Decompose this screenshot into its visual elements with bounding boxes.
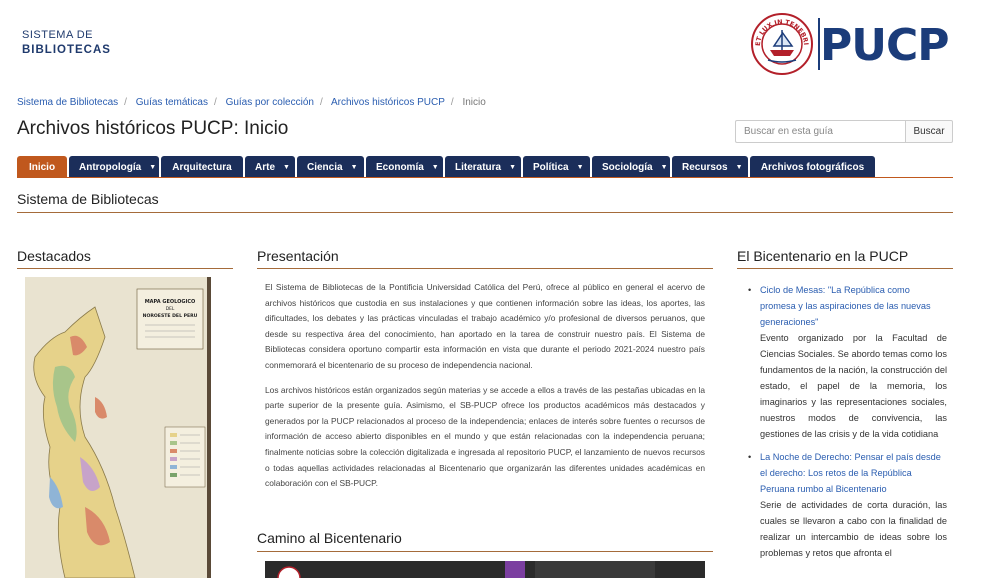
map-title-line3: NOROESTE DEL PERU [143,313,198,319]
tab-label: Literatura [455,161,502,173]
tab-literatura[interactable]: Literatura ▼ [445,156,521,178]
presentacion-divider [257,268,713,269]
caret-down-icon: ▼ [660,163,668,171]
breadcrumb-link-archivos[interactable]: Archivos históricos PUCP [331,97,445,108]
page-title: Archivos históricos PUCP: Inicio [17,118,289,139]
pucp-seal-icon: ET LUX IN TENEBRIS LUCET [750,12,813,75]
caret-down-icon: ▼ [283,163,290,171]
breadcrumb: Sistema de Bibliotecas / Guías temáticas /… [17,97,486,108]
search-input[interactable]: Buscar en esta guía [735,120,905,143]
tab-antropologia[interactable]: Antropología ▼ [69,156,159,178]
presentacion-paragraph: El Sistema de Bibliotecas de la Pontific… [265,282,705,370]
camino-heading: Camino al Bicentenario [257,530,402,546]
caret-down-icon: ▼ [509,163,517,171]
pucp-wordmark: PUCP [820,20,950,71]
event-description: Serie de actividades de corta duración, … [760,500,947,558]
tab-arte[interactable]: Arte ▼ [245,156,295,178]
breadcrumb-link-sistema[interactable]: Sistema de Bibliotecas [17,97,118,108]
camino-divider [257,551,713,552]
tab-label: Archivos fotográficos [760,161,865,173]
destacados-heading: Destacados [17,248,91,264]
event-link-ciclo-mesas[interactable]: Ciclo de Mesas: "La República como prome… [760,285,931,327]
caret-down-icon: ▼ [431,163,439,171]
presentacion-heading: Presentación [257,248,339,264]
header: SISTEMA DE BIBLIOTECAS ET LUX IN TENEBRI… [0,0,995,90]
tab-label: Arte [255,161,276,173]
tab-arquitectura[interactable]: Arquitectura [161,156,243,178]
section-title: Sistema de Bibliotecas [17,191,159,207]
library-logo[interactable]: SISTEMA DE BIBLIOTECAS [22,28,111,58]
caret-down-icon: ▼ [149,163,157,171]
presentacion-paragraph: Los archivos históricos están organizado… [265,384,705,489]
section-divider [17,212,953,213]
caret-down-icon: ▼ [735,163,743,171]
video-thumbnail [265,561,705,583]
breadcrumb-link-guias-coleccion[interactable]: Guías por colección [226,97,314,108]
tab-label: Sociología [602,161,653,173]
tab-economia[interactable]: Economía ▼ [366,156,443,178]
guide-tabs: Inicio Antropología ▼ Arquitectura Arte ▼ … [17,156,877,178]
geologic-map-image[interactable]: MAPA GEOLOGICO DEL NOROESTE DEL PERU [25,277,211,578]
tab-recursos[interactable]: Recursos ▼ [672,156,748,178]
list-item: La Noche de Derecho: Pensar el país desd… [747,449,947,561]
event-description: Evento organizado por la Facultad de Cie… [760,333,947,439]
tab-inicio[interactable]: Inicio [17,156,67,178]
breadcrumb-separator: / [319,97,323,108]
bicentenario-heading: El Bicentenario en la PUCP [737,248,909,264]
tab-label: Arquitectura [172,161,232,173]
breadcrumb-separator: / [124,97,127,108]
bicentenario-divider [737,268,953,269]
tab-label: Inicio [28,161,56,173]
presentacion-text: El Sistema de Bibliotecas de la Pontific… [265,280,705,501]
search-button[interactable]: Buscar [905,120,953,143]
breadcrumb-separator: / [214,97,217,108]
tab-archivos-fotograficos[interactable]: Archivos fotográficos [750,156,875,178]
pucp-logo[interactable]: ET LUX IN TENEBRIS LUCET PUCP [750,12,960,76]
video-player[interactable] [265,561,705,583]
breadcrumb-separator: / [450,97,454,108]
tab-label: Recursos [682,161,728,173]
caret-down-icon: ▼ [576,163,584,171]
library-logo-line2: BIBLIOTECAS [22,44,111,56]
map-title-line1: MAPA GEOLOGICO [145,299,196,305]
tab-label: Economía [376,161,424,173]
breadcrumb-link-guias-tematicas[interactable]: Guías temáticas [136,97,208,108]
tab-label: Antropología [79,161,142,173]
breadcrumb-current: Inicio [462,97,486,108]
guide-search: Buscar en esta guía Buscar [735,120,953,143]
list-item: Ciclo de Mesas: "La República como prome… [747,282,947,442]
tab-ciencia[interactable]: Ciencia ▼ [297,156,364,178]
tab-politica[interactable]: Política ▼ [523,156,590,178]
tab-label: Política [533,161,569,173]
tabs-underline [17,177,953,178]
event-link-noche-derecho[interactable]: La Noche de Derecho: Pensar el país desd… [760,452,941,494]
map-title-line2: DEL [166,306,175,312]
library-logo-line1: SISTEMA DE [22,29,94,41]
destacados-divider [17,268,233,269]
tab-sociologia[interactable]: Sociología ▼ [592,156,670,178]
bicentenario-list: Ciclo de Mesas: "La República como prome… [747,282,947,568]
map-illustration: MAPA GEOLOGICO DEL NOROESTE DEL PERU [25,277,211,578]
caret-down-icon: ▼ [350,163,358,171]
tab-label: Ciencia [307,161,343,173]
